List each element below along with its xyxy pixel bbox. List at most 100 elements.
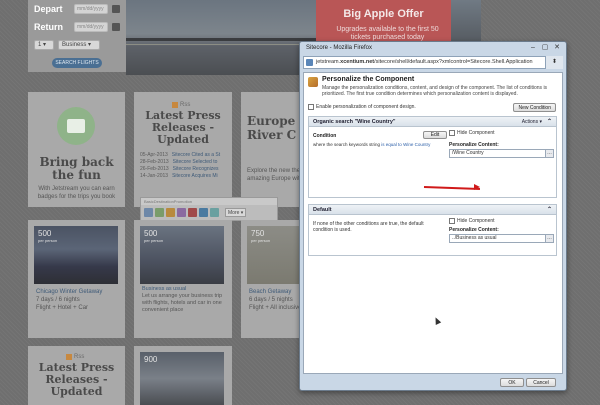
hide-component-label: Hide Component — [457, 218, 495, 224]
move-icon[interactable] — [166, 208, 175, 217]
dialog-content: Personalize the Component Manage the per… — [303, 72, 563, 374]
enable-design-checkbox[interactable] — [308, 104, 314, 110]
properties-icon[interactable] — [199, 208, 208, 217]
deal-line2: Flight + All inclusive — [249, 305, 301, 311]
city-skyline-image — [126, 0, 316, 75]
collapse-icon[interactable]: ⌃ — [547, 117, 552, 127]
collapse-icon[interactable]: ⌃ — [547, 205, 552, 215]
calendar-icon[interactable] — [112, 23, 120, 31]
depart-date-input[interactable]: mm/dd/yyyy — [74, 4, 108, 14]
press-row[interactable]: 05-Apr-2013 Sitecore Cited as a St — [140, 152, 228, 159]
europe-text: Explore the new the amazing Europe with … — [247, 168, 301, 182]
select-icon[interactable] — [144, 208, 153, 217]
more-button[interactable]: More ▾ — [225, 208, 247, 217]
deal-card[interactable]: 900 — [134, 346, 232, 405]
rule-default: Default ⌃ If none of the other condition… — [308, 204, 557, 256]
browse-button[interactable]: … — [545, 234, 554, 243]
class-select[interactable]: Business ▾ — [58, 40, 100, 50]
dialog-title: Personalize the Component — [322, 76, 415, 83]
return-date-input[interactable]: mm/dd/yyyy — [74, 22, 108, 32]
calendar-icon[interactable] — [112, 5, 120, 13]
price-tag: 750 per person — [251, 230, 270, 244]
deal-photo: 750 per person — [247, 226, 301, 284]
deal-card[interactable]: 750 per person Beach Getaway 6 days / 5 n… — [241, 220, 301, 338]
hide-component-row[interactable]: Hide Component — [449, 218, 554, 224]
price-value: 900 — [144, 355, 158, 364]
new-condition-button[interactable]: New Condition — [513, 103, 556, 112]
condition-label: Condition — [313, 133, 337, 139]
ok-button[interactable]: OK — [500, 378, 524, 387]
return-label: Return — [34, 22, 63, 32]
city-image-right — [451, 0, 481, 44]
condition-value[interactable]: Wine Country — [403, 142, 430, 147]
edit-condition-button[interactable]: Edit — [423, 131, 447, 139]
minimize-icon[interactable]: – — [529, 44, 537, 51]
class-value: Business — [62, 42, 87, 48]
cancel-button[interactable]: Cancel — [526, 378, 556, 387]
press-row[interactable]: 28-Feb-2013 Sitecore Selected to — [140, 159, 228, 166]
firefox-window: Sitecore - Mozilla Firefox – ▢ ✕ jetstre… — [299, 41, 567, 391]
hide-component-checkbox[interactable] — [449, 218, 455, 224]
browse-button[interactable]: … — [545, 149, 554, 158]
press-link[interactable]: Sitecore Selected to — [173, 159, 218, 166]
edit-icon[interactable] — [155, 208, 164, 217]
price-tag: 500 per person — [38, 230, 57, 244]
personalize-content-field[interactable]: ../Business as usual … — [449, 234, 554, 243]
copy-icon[interactable] — [177, 208, 186, 217]
rule-side-panel: Hide Component Personalize Content: /Win… — [449, 130, 554, 158]
offer-title: Big Apple Offer — [343, 8, 424, 20]
delete-icon[interactable] — [188, 208, 197, 217]
ribbon-label: BasicDestinationPromotion — [141, 198, 277, 205]
url-path: /sitecore/shell/default.aspx?xmlcontrol=… — [374, 59, 533, 65]
default-description: If none of the other conditions are true… — [313, 221, 424, 233]
deal-line2: with flights, hotels and car in one conv… — [142, 300, 222, 313]
deal-title[interactable]: Beach Getaway — [249, 288, 301, 296]
condition-operator[interactable]: is equal to — [381, 142, 402, 147]
personalize-content-field[interactable]: /Wine Country … — [449, 149, 554, 158]
window-controls: – ▢ ✕ — [529, 44, 561, 51]
offer-banner[interactable]: Big Apple Offer Upgrades available to th… — [316, 0, 451, 44]
deal-card[interactable]: 500 per person Chicago Winter Getaway 7 d… — [28, 220, 125, 338]
deal-title[interactable]: Chicago Winter Getaway — [36, 288, 102, 296]
press-link[interactable]: Sitecore Recognizes — [173, 166, 219, 173]
press-row[interactable]: 26-Feb-2013 Sitecore Recognizes — [140, 166, 228, 173]
search-flights-button[interactable]: SEARCH FLIGHTS — [52, 58, 102, 68]
rule-name: Organic search "Wine Country" — [313, 119, 396, 125]
url-domain: xcentium.net — [340, 59, 375, 65]
deal-title[interactable]: Business as usual — [142, 286, 228, 293]
condition-box: Condition Edit where the search keywords… — [313, 130, 447, 167]
passengers-value: 1 — [38, 42, 42, 48]
maximize-icon[interactable]: ▢ — [541, 44, 549, 51]
passengers-select[interactable]: 1 ▾ — [34, 40, 54, 50]
hide-component-label: Hide Component — [457, 130, 495, 136]
press-date: 05-Apr-2013 — [140, 152, 168, 158]
addon-icon[interactable]: ⬍ — [545, 56, 563, 69]
close-icon[interactable]: ✕ — [553, 44, 561, 51]
rss-link[interactable]: Rss — [66, 352, 84, 361]
bridge-shape — [126, 38, 316, 41]
dialog-description: Manage the personalization conditions, c… — [322, 85, 548, 97]
press-date: 28-Feb-2013 — [140, 159, 169, 165]
rule-header[interactable]: Default ⌃ — [309, 205, 556, 215]
press-link[interactable]: Sitecore Acquires Mi — [172, 173, 218, 180]
personalize-icon[interactable] — [210, 208, 219, 217]
address-bar[interactable]: jetstream.xcentium.net/sitecore/shell/de… — [303, 56, 563, 69]
hide-component-row[interactable]: Hide Component — [449, 130, 554, 136]
mouse-cursor-icon — [432, 316, 442, 325]
press-date: 26-Feb-2013 — [140, 166, 169, 172]
press-link[interactable]: Sitecore Cited as a St — [172, 152, 220, 159]
deal-line1: 6 days / 5 nights — [249, 297, 293, 303]
offer-subtitle: Upgrades available to the first 50 ticke… — [336, 26, 439, 41]
condition-prefix: where the search keywords string — [313, 142, 381, 147]
deal-card[interactable]: 500 per person Business as usual Let us a… — [134, 220, 232, 338]
rule-header[interactable]: Organic search "Wine Country" Actions ▾ … — [309, 117, 556, 127]
press-row[interactable]: 14-Jan-2013 Sitecore Acquires Mi — [140, 173, 228, 180]
hide-component-checkbox[interactable] — [449, 130, 455, 136]
actions-menu[interactable]: Actions ▾ — [522, 117, 542, 127]
ribbon-toolbar: More ▾ — [141, 205, 277, 220]
badges-title: Bring back the fun — [39, 155, 114, 182]
enable-design-row[interactable]: Enable personalization of component desi… — [308, 104, 416, 110]
europe-river-card: Europe River C Explore the new the amazi… — [241, 92, 301, 207]
rss-link[interactable]: Rss — [172, 100, 190, 109]
site-identity-icon[interactable] — [306, 59, 313, 66]
